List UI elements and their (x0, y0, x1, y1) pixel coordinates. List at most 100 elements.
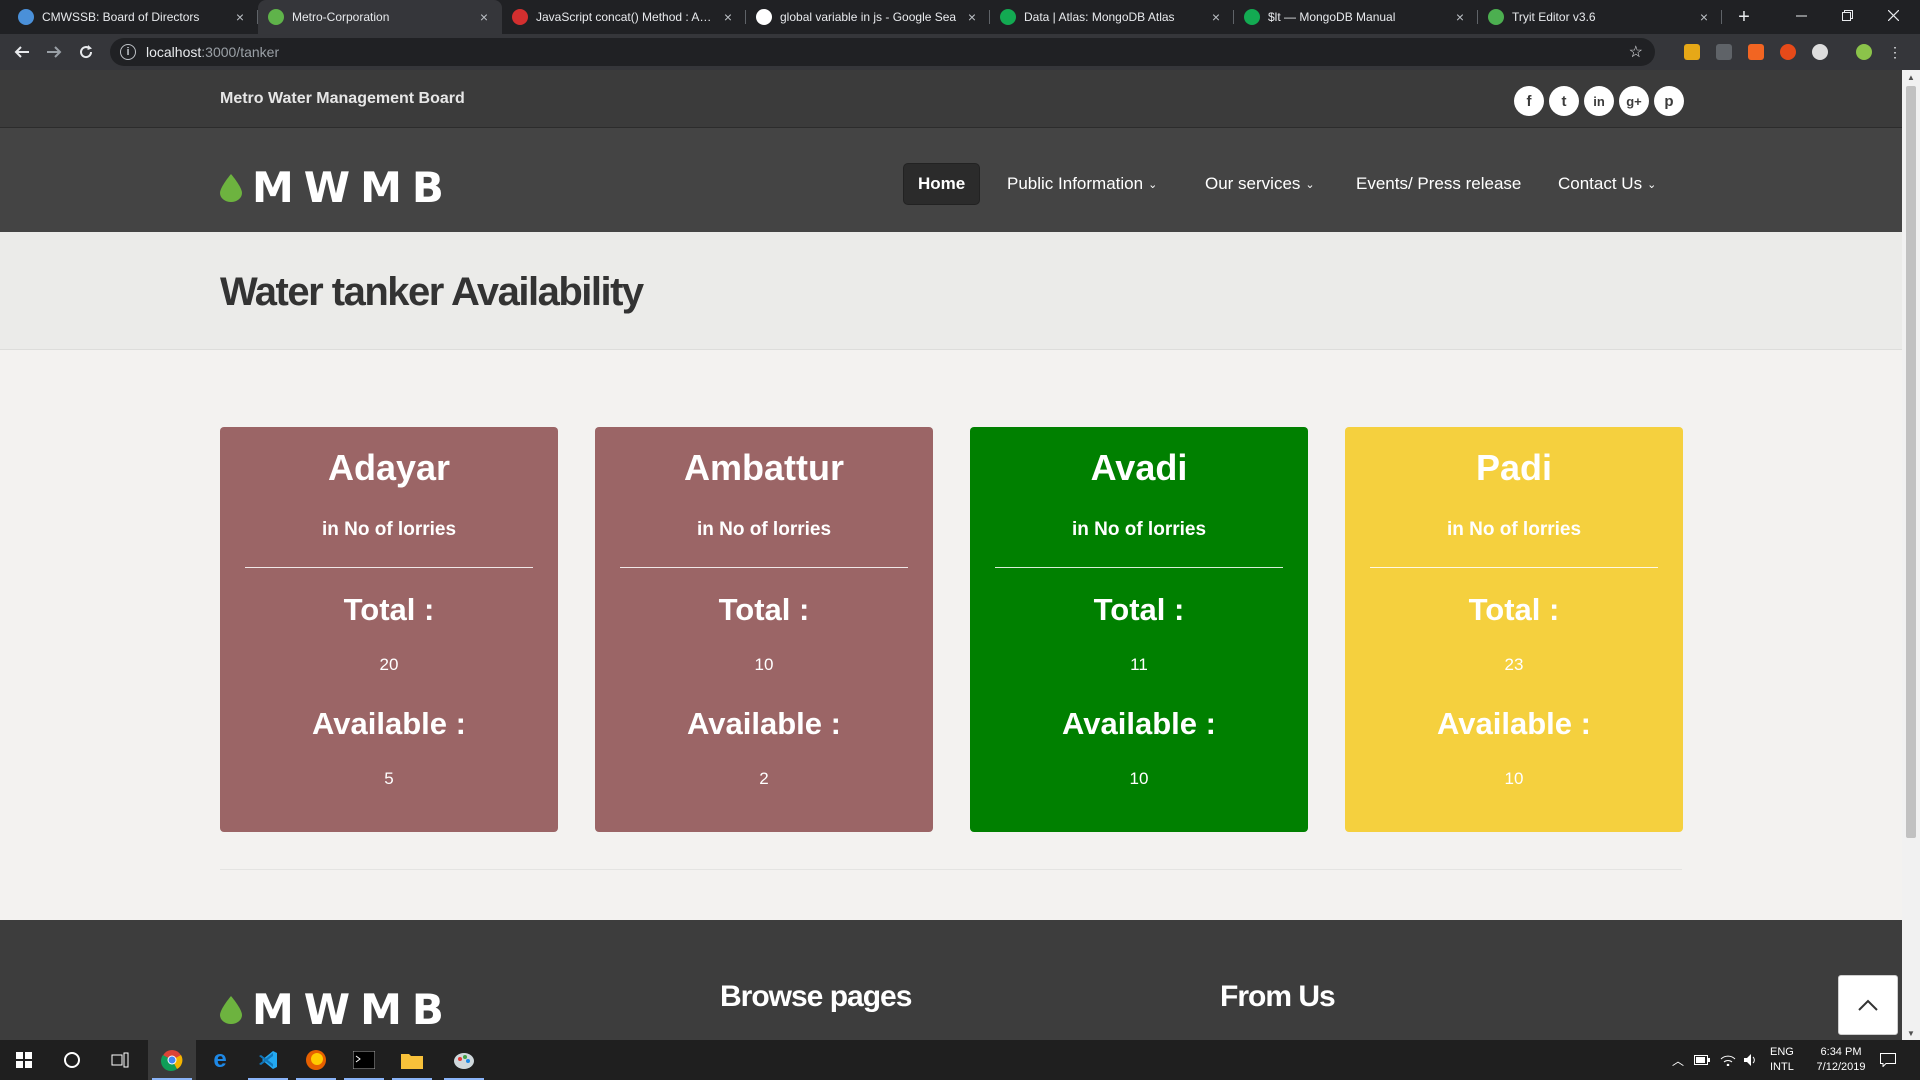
firefox-taskbar-icon[interactable] (292, 1040, 340, 1080)
nav-events-press-release[interactable]: Events/ Press release (1342, 163, 1535, 205)
windows-start-icon[interactable] (0, 1040, 48, 1080)
edge-taskbar-icon[interactable]: e (196, 1040, 244, 1080)
card-subtitle: in No of lorries (1446, 519, 1582, 540)
footer-logo-text: MWMB (252, 985, 454, 1034)
tab-title: Data | Atlas: MongoDB Atlas (1024, 10, 1175, 24)
site-footer: MWMB Browse pages From Us (0, 920, 1902, 1040)
close-window-icon[interactable] (1870, 0, 1916, 30)
tray-chevron-icon[interactable]: ︿ (1672, 1040, 1684, 1080)
site-logo[interactable]: MWMB (220, 163, 454, 212)
nav-label: Contact Us (1558, 174, 1643, 193)
card-subtitle: in No of lorries (696, 519, 832, 540)
system-clock[interactable]: 6:34 PM 7/12/2019 (1808, 1040, 1874, 1080)
minimize-icon[interactable] (1778, 0, 1824, 30)
card-area-name: Avadi (1090, 447, 1188, 488)
card-total-value: 20 (379, 655, 399, 674)
paint-taskbar-icon[interactable] (440, 1040, 488, 1080)
page-scrollbar[interactable]: ▲ ▼ (1902, 70, 1920, 1040)
file-explorer-taskbar-icon[interactable] (388, 1040, 436, 1080)
logo-text: MWMB (252, 163, 454, 212)
site-info-icon[interactable]: i (120, 44, 136, 60)
facebook-icon[interactable]: f (1514, 86, 1544, 116)
card-available-value: 2 (759, 769, 769, 788)
tab-title: $lt — MongoDB Manual (1268, 10, 1396, 24)
extension-icon[interactable] (1716, 44, 1732, 60)
bookmark-star-icon[interactable]: ☆ (1629, 42, 1643, 62)
tab-separator (1721, 10, 1722, 24)
extension-icon[interactable] (1780, 44, 1796, 60)
tab-close-icon[interactable]: × (1208, 9, 1224, 25)
tanker-card: Avadi in No of lorries Total : 11 Availa… (970, 427, 1308, 832)
back-to-top-button[interactable] (1838, 975, 1898, 1035)
card-subtitle: in No of lorries (321, 519, 457, 540)
scrollbar-thumb[interactable] (1906, 86, 1916, 838)
task-view-icon[interactable] (96, 1040, 144, 1080)
clock-date: 7/12/2019 (1816, 1061, 1866, 1073)
pinterest-icon[interactable]: p (1654, 86, 1684, 116)
url-host: localhost (146, 44, 202, 60)
browser-tab[interactable]: global variable in js - Google Sea × (746, 0, 990, 34)
chrome-taskbar-icon[interactable] (148, 1040, 196, 1080)
scroll-up-arrow-icon[interactable]: ▲ (1902, 70, 1920, 84)
linkedin-icon[interactable]: in (1584, 86, 1614, 116)
footer-from-us-heading: From Us (1220, 980, 1336, 1013)
tab-favicon-icon (18, 9, 34, 25)
notification-center-icon[interactable] (1880, 1040, 1896, 1080)
tab-close-icon[interactable]: × (232, 9, 248, 25)
extension-icon[interactable] (1812, 44, 1828, 60)
url-path: :3000/tanker (201, 44, 280, 60)
tanker-cards: Adayar in No of lorries Total : 20 Avail… (0, 427, 1902, 832)
twitter-icon[interactable]: t (1549, 86, 1579, 116)
forward-icon[interactable] (38, 36, 70, 68)
page-header: Water tanker Availability (0, 232, 1902, 350)
card-total-label: Total : (718, 592, 810, 627)
address-bar[interactable]: i localhost :3000/tanker ☆ (110, 38, 1655, 66)
card-available-label: Available : (1062, 706, 1216, 741)
language-code: ENG (1770, 1046, 1794, 1058)
google-plus-icon[interactable]: g+ (1619, 86, 1649, 116)
vscode-taskbar-icon[interactable] (244, 1040, 292, 1080)
terminal-taskbar-icon[interactable] (340, 1040, 388, 1080)
tab-favicon-icon (268, 9, 284, 25)
back-icon[interactable] (6, 36, 38, 68)
tab-close-icon[interactable]: × (720, 9, 736, 25)
browser-tab[interactable]: CMWSSB: Board of Directors × (8, 0, 258, 34)
new-tab-button[interactable]: + (1728, 0, 1760, 34)
tanker-card: Ambattur in No of lorries Total : 10 Ava… (595, 427, 933, 832)
tab-favicon-icon (756, 9, 772, 25)
card-divider (620, 567, 908, 568)
nav-our-services[interactable]: Our services ⌄ (1191, 163, 1329, 205)
extension-icon[interactable] (1684, 44, 1700, 60)
tab-close-icon[interactable]: × (964, 9, 980, 25)
tab-close-icon[interactable]: × (476, 9, 492, 25)
profile-avatar[interactable] (1856, 44, 1872, 60)
extension-icon[interactable] (1748, 44, 1764, 60)
reload-icon[interactable] (70, 36, 102, 68)
tab-close-icon[interactable]: × (1452, 9, 1468, 25)
cortana-search-icon[interactable] (48, 1040, 96, 1080)
battery-icon[interactable] (1694, 1040, 1710, 1080)
nav-label: Home (918, 174, 966, 193)
tab-title: JavaScript concat() Method : Arra (536, 10, 714, 24)
tab-close-icon[interactable]: × (1696, 9, 1712, 25)
nav-contact-us[interactable]: Contact Us ⌄ (1544, 163, 1670, 205)
nav-home[interactable]: Home (903, 163, 981, 205)
browser-tab[interactable]: JavaScript concat() Method : Arra × (502, 0, 746, 34)
card-divider (995, 567, 1283, 568)
volume-icon[interactable] (1743, 1040, 1759, 1080)
wifi-icon[interactable] (1720, 1040, 1736, 1080)
browser-tab[interactable]: Metro-Corporation × (258, 0, 502, 34)
nav-label: Events/ Press release (1356, 174, 1522, 193)
browser-tab[interactable]: Tryit Editor v3.6 × (1478, 0, 1722, 34)
card-total-value: 11 (1130, 655, 1148, 674)
browser-tab[interactable]: $lt — MongoDB Manual × (1234, 0, 1478, 34)
card-available-label: Available : (1437, 706, 1591, 741)
footer-logo[interactable]: MWMB (220, 985, 454, 1034)
menu-kebab-icon[interactable]: ⋮ (1888, 44, 1902, 60)
chevron-up-icon (1858, 999, 1878, 1011)
input-language[interactable]: ENG INTL (1770, 1040, 1794, 1080)
nav-public-information[interactable]: Public Information ⌄ (993, 163, 1171, 205)
browser-tab[interactable]: Data | Atlas: MongoDB Atlas × (990, 0, 1234, 34)
scroll-down-arrow-icon[interactable]: ▼ (1902, 1026, 1920, 1040)
restore-icon[interactable] (1824, 0, 1870, 30)
